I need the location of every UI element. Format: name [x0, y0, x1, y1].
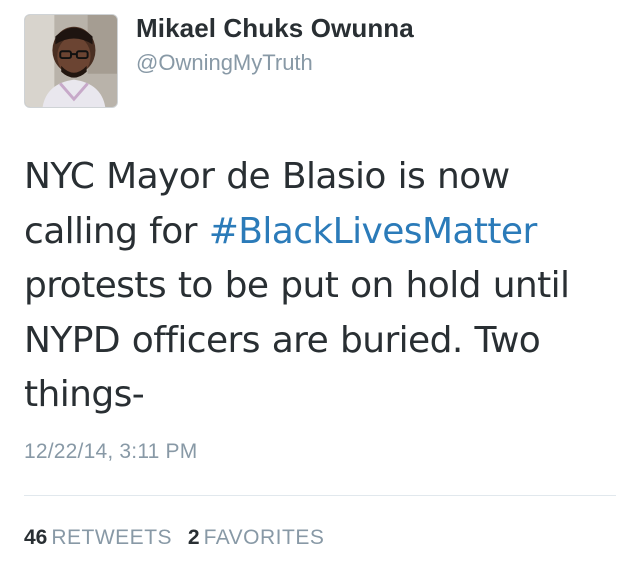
retweets-count: 46: [24, 526, 48, 549]
tweet-stats: 46 RETWEETS 2 FAVORITES: [24, 526, 324, 550]
hashtag-link[interactable]: #BlackLivesMatter: [209, 211, 538, 252]
favorites-label: FAVORITES: [203, 526, 325, 549]
tweet-timestamp[interactable]: 12/22/14, 3:11 PM: [24, 440, 197, 464]
retweets-label: RETWEETS: [51, 526, 173, 549]
author-name[interactable]: Mikael Chuks Owunna: [136, 13, 414, 44]
tweet-text: NYC Mayor de Blasio is now calling for #…: [24, 150, 614, 423]
tweet-card: Mikael Chuks Owunna @OwningMyTruth NYC M…: [0, 0, 640, 572]
divider: [24, 495, 616, 496]
profile-photo-icon: [25, 15, 117, 107]
tweet-text-after: protests to be put on hold until NYPD of…: [24, 265, 570, 415]
retweets-stat[interactable]: 46 RETWEETS: [24, 526, 172, 550]
author-avatar[interactable]: [24, 14, 118, 108]
favorites-count: 2: [187, 526, 200, 549]
favorites-stat[interactable]: 2 FAVORITES: [188, 526, 325, 550]
author-handle[interactable]: @OwningMyTruth: [136, 50, 313, 76]
